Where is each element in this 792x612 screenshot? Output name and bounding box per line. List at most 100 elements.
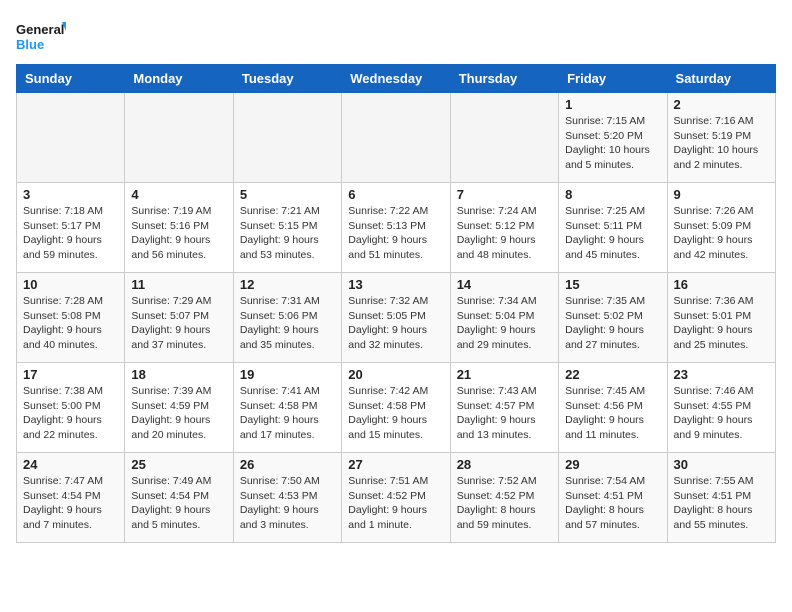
day-number: 22: [565, 367, 660, 382]
day-info: Sunrise: 7:29 AMSunset: 5:07 PMDaylight:…: [131, 294, 226, 353]
day-info: Sunrise: 7:39 AMSunset: 4:59 PMDaylight:…: [131, 384, 226, 443]
header-day-tuesday: Tuesday: [233, 65, 341, 93]
day-info: Sunrise: 7:26 AMSunset: 5:09 PMDaylight:…: [674, 204, 769, 263]
day-info: Sunrise: 7:18 AMSunset: 5:17 PMDaylight:…: [23, 204, 118, 263]
day-number: 27: [348, 457, 443, 472]
svg-text:Blue: Blue: [16, 37, 44, 52]
day-info: Sunrise: 7:42 AMSunset: 4:58 PMDaylight:…: [348, 384, 443, 443]
day-info: Sunrise: 7:49 AMSunset: 4:54 PMDaylight:…: [131, 474, 226, 533]
calendar-cell: 16Sunrise: 7:36 AMSunset: 5:01 PMDayligh…: [667, 273, 775, 363]
day-number: 13: [348, 277, 443, 292]
calendar-cell: 15 Sunrise: 7:35 AMSunset: 5:02 PMDayligh…: [559, 273, 667, 363]
calendar-cell: 28 Sunrise: 7:52 AMSunset: 4:52 PMDayligh…: [450, 453, 558, 543]
day-number: 28: [457, 457, 552, 472]
day-info: Sunrise: 7:31 AMSunset: 5:06 PMDaylight:…: [240, 294, 335, 353]
calendar-cell: 20 Sunrise: 7:42 AMSunset: 4:58 PMDayligh…: [342, 363, 450, 453]
day-number: 8: [565, 187, 660, 202]
day-info: Sunrise: 7:52 AMSunset: 4:52 PMDaylight:…: [457, 474, 552, 533]
calendar-cell: [125, 93, 233, 183]
day-info: Sunrise: 7:22 AMSunset: 5:13 PMDaylight:…: [348, 204, 443, 263]
calendar-cell: 17 Sunrise: 7:38 AMSunset: 5:00 PMDayligh…: [17, 363, 125, 453]
day-info: Sunrise: 7:54 AMSunset: 4:51 PMDaylight:…: [565, 474, 660, 533]
calendar-cell: 19 Sunrise: 7:41 AMSunset: 4:58 PMDayligh…: [233, 363, 341, 453]
calendar-cell: 14 Sunrise: 7:34 AMSunset: 5:04 PMDayligh…: [450, 273, 558, 363]
logo: General Blue: [16, 16, 66, 56]
day-info: Sunrise: 7:19 AMSunset: 5:16 PMDaylight:…: [131, 204, 226, 263]
calendar-cell: 29 Sunrise: 7:54 AMSunset: 4:51 PMDayligh…: [559, 453, 667, 543]
header-day-friday: Friday: [559, 65, 667, 93]
day-info: Sunrise: 7:47 AMSunset: 4:54 PMDaylight:…: [23, 474, 118, 533]
calendar-cell: [17, 93, 125, 183]
day-info: Sunrise: 7:45 AMSunset: 4:56 PMDaylight:…: [565, 384, 660, 443]
calendar-cell: 21 Sunrise: 7:43 AMSunset: 4:57 PMDayligh…: [450, 363, 558, 453]
day-info: Sunrise: 7:15 AMSunset: 5:20 PMDaylight:…: [565, 114, 660, 173]
calendar-cell: 7Sunrise: 7:24 AMSunset: 5:12 PMDaylight…: [450, 183, 558, 273]
day-number: 9: [674, 187, 769, 202]
calendar-cell: 3 Sunrise: 7:18 AMSunset: 5:17 PMDaylight…: [17, 183, 125, 273]
day-number: 30: [674, 457, 769, 472]
day-number: 18: [131, 367, 226, 382]
calendar-cell: 13 Sunrise: 7:32 AMSunset: 5:05 PMDayligh…: [342, 273, 450, 363]
header-day-monday: Monday: [125, 65, 233, 93]
calendar-cell: 11 Sunrise: 7:29 AMSunset: 5:07 PMDayligh…: [125, 273, 233, 363]
day-number: 23: [674, 367, 769, 382]
day-info: Sunrise: 7:46 AMSunset: 4:55 PMDaylight:…: [674, 384, 769, 443]
day-info: Sunrise: 7:43 AMSunset: 4:57 PMDaylight:…: [457, 384, 552, 443]
day-info: Sunrise: 7:32 AMSunset: 5:05 PMDaylight:…: [348, 294, 443, 353]
day-number: 25: [131, 457, 226, 472]
calendar-cell: 24Sunrise: 7:47 AMSunset: 4:54 PMDayligh…: [17, 453, 125, 543]
day-number: 3: [23, 187, 118, 202]
day-number: 7: [457, 187, 552, 202]
day-info: Sunrise: 7:38 AMSunset: 5:00 PMDaylight:…: [23, 384, 118, 443]
calendar-cell: 26Sunrise: 7:50 AMSunset: 4:53 PMDayligh…: [233, 453, 341, 543]
day-number: 19: [240, 367, 335, 382]
day-info: Sunrise: 7:50 AMSunset: 4:53 PMDaylight:…: [240, 474, 335, 533]
day-info: Sunrise: 7:34 AMSunset: 5:04 PMDaylight:…: [457, 294, 552, 353]
day-info: Sunrise: 7:41 AMSunset: 4:58 PMDaylight:…: [240, 384, 335, 443]
week-row-4: 17 Sunrise: 7:38 AMSunset: 5:00 PMDayligh…: [17, 363, 776, 453]
header: General Blue: [16, 16, 776, 56]
day-number: 1: [565, 97, 660, 112]
calendar-cell: 1 Sunrise: 7:15 AMSunset: 5:20 PMDaylight…: [559, 93, 667, 183]
calendar-cell: 22 Sunrise: 7:45 AMSunset: 4:56 PMDayligh…: [559, 363, 667, 453]
day-info: Sunrise: 7:51 AMSunset: 4:52 PMDaylight:…: [348, 474, 443, 533]
day-number: 5: [240, 187, 335, 202]
calendar-cell: 8 Sunrise: 7:25 AMSunset: 5:11 PMDaylight…: [559, 183, 667, 273]
day-info: Sunrise: 7:28 AMSunset: 5:08 PMDaylight:…: [23, 294, 118, 353]
header-day-sunday: Sunday: [17, 65, 125, 93]
day-info: Sunrise: 7:16 AMSunset: 5:19 PMDaylight:…: [674, 114, 769, 173]
calendar-cell: 18 Sunrise: 7:39 AMSunset: 4:59 PMDayligh…: [125, 363, 233, 453]
calendar-header: SundayMondayTuesdayWednesdayThursdayFrid…: [17, 65, 776, 93]
day-number: 12: [240, 277, 335, 292]
calendar-cell: 10 Sunrise: 7:28 AMSunset: 5:08 PMDayligh…: [17, 273, 125, 363]
day-number: 15: [565, 277, 660, 292]
calendar-cell: 4 Sunrise: 7:19 AMSunset: 5:16 PMDaylight…: [125, 183, 233, 273]
calendar-cell: 2 Sunrise: 7:16 AMSunset: 5:19 PMDaylight…: [667, 93, 775, 183]
day-number: 4: [131, 187, 226, 202]
day-number: 20: [348, 367, 443, 382]
day-number: 29: [565, 457, 660, 472]
week-row-2: 3 Sunrise: 7:18 AMSunset: 5:17 PMDaylight…: [17, 183, 776, 273]
calendar-table: SundayMondayTuesdayWednesdayThursdayFrid…: [16, 64, 776, 543]
day-info: Sunrise: 7:36 AMSunset: 5:01 PMDaylight:…: [674, 294, 769, 353]
day-number: 17: [23, 367, 118, 382]
day-number: 21: [457, 367, 552, 382]
calendar-cell: 27 Sunrise: 7:51 AMSunset: 4:52 PMDayligh…: [342, 453, 450, 543]
day-info: Sunrise: 7:55 AMSunset: 4:51 PMDaylight:…: [674, 474, 769, 533]
day-number: 11: [131, 277, 226, 292]
calendar-cell: [450, 93, 558, 183]
calendar-cell: 23 Sunrise: 7:46 AMSunset: 4:55 PMDayligh…: [667, 363, 775, 453]
week-row-5: 24Sunrise: 7:47 AMSunset: 4:54 PMDayligh…: [17, 453, 776, 543]
calendar-cell: 6 Sunrise: 7:22 AMSunset: 5:13 PMDaylight…: [342, 183, 450, 273]
calendar-cell: 9 Sunrise: 7:26 AMSunset: 5:09 PMDaylight…: [667, 183, 775, 273]
header-row: SundayMondayTuesdayWednesdayThursdayFrid…: [17, 65, 776, 93]
day-number: 14: [457, 277, 552, 292]
logo-svg: General Blue: [16, 16, 66, 56]
day-number: 10: [23, 277, 118, 292]
header-day-thursday: Thursday: [450, 65, 558, 93]
day-info: Sunrise: 7:35 AMSunset: 5:02 PMDaylight:…: [565, 294, 660, 353]
day-info: Sunrise: 7:25 AMSunset: 5:11 PMDaylight:…: [565, 204, 660, 263]
day-number: 6: [348, 187, 443, 202]
day-number: 2: [674, 97, 769, 112]
day-info: Sunrise: 7:21 AMSunset: 5:15 PMDaylight:…: [240, 204, 335, 263]
